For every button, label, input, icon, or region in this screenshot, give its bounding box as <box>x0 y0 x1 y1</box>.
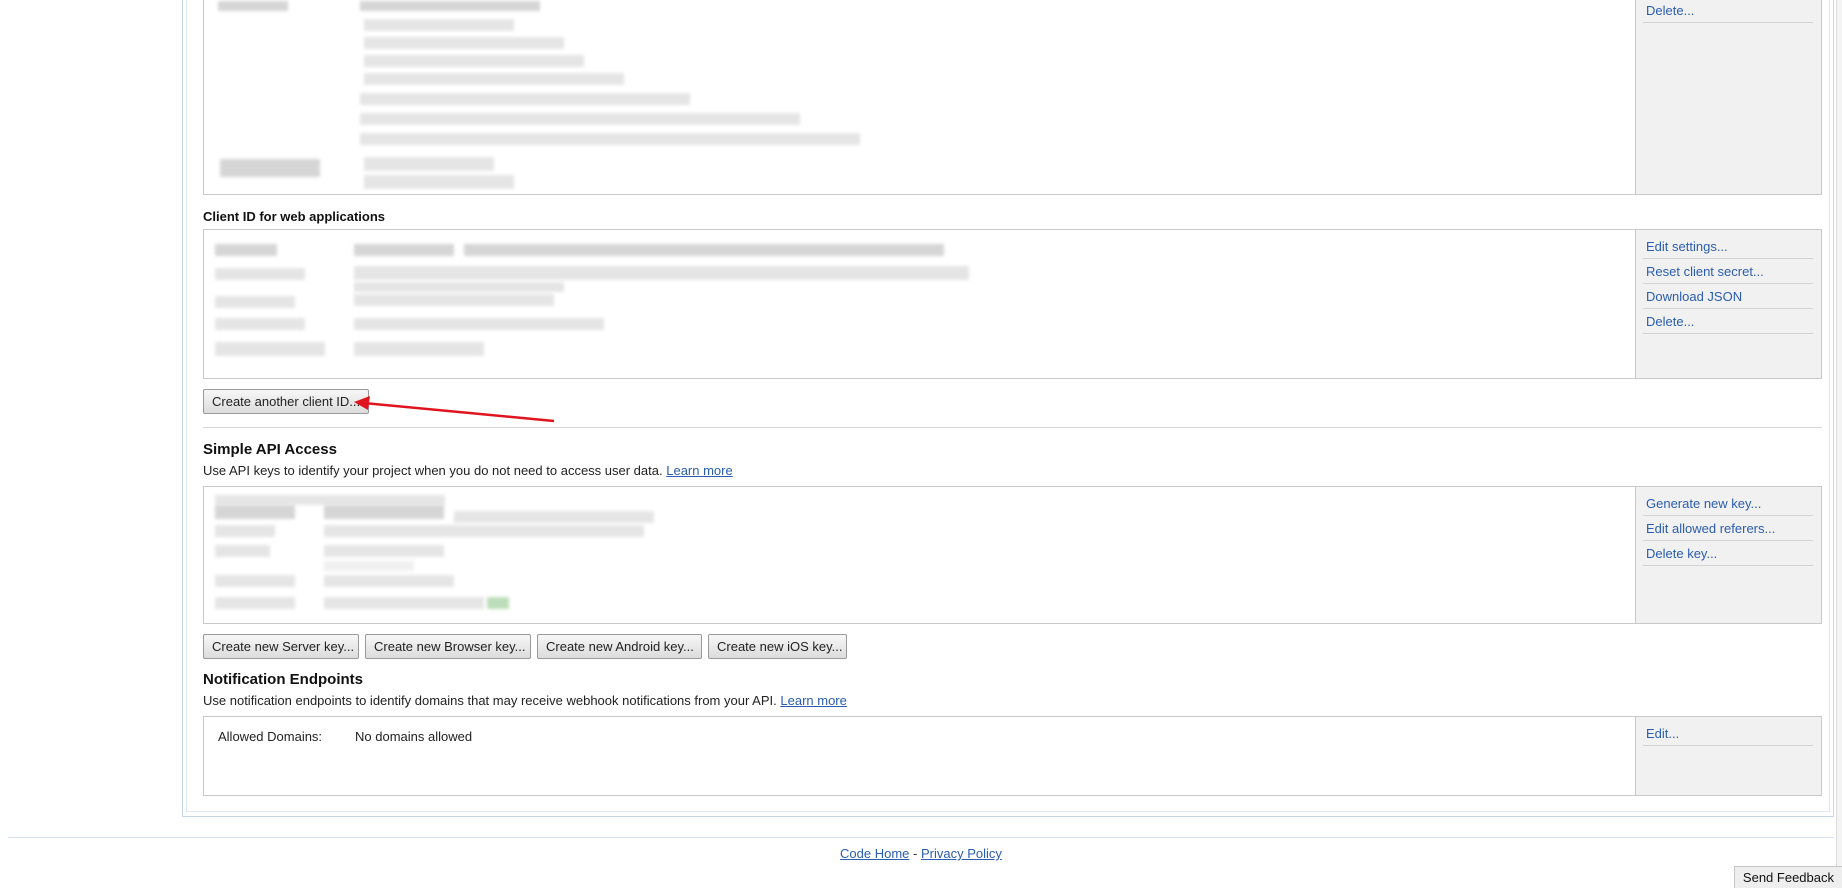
reset-client-secret-link[interactable]: Reset client secret... <box>1643 259 1813 284</box>
redacted-text <box>464 244 944 256</box>
notification-actions-panel: Edit... <box>1635 717 1821 795</box>
redacted-text <box>215 597 295 609</box>
redacted-text <box>364 73 624 85</box>
api-key-actions-panel: Generate new key... Edit allowed referer… <box>1635 487 1821 623</box>
simple-api-title: Simple API Access <box>203 441 337 458</box>
notification-description: Use notification endpoints to identify d… <box>203 693 847 708</box>
installed-client-box: Delete... <box>203 0 1822 195</box>
notification-box: Allowed Domains: No domains allowed Edit… <box>203 716 1822 796</box>
redacted-text <box>215 244 277 256</box>
redacted-text <box>354 342 484 356</box>
footer-separator: - <box>913 846 918 861</box>
generate-new-key-link[interactable]: Generate new key... <box>1643 491 1813 516</box>
annotation-arrow <box>354 396 555 423</box>
redacted-text <box>364 55 584 67</box>
api-key-box: Generate new key... Edit allowed referer… <box>203 486 1822 624</box>
redacted-text <box>487 597 509 609</box>
edit-settings-link[interactable]: Edit settings... <box>1643 234 1813 259</box>
redacted-text <box>364 175 514 189</box>
redacted-text <box>215 268 305 280</box>
redacted-text <box>215 296 295 308</box>
create-android-key-button[interactable]: Create new Android key... <box>537 634 702 659</box>
redacted-text <box>324 545 444 557</box>
redacted-text <box>364 157 494 171</box>
delete-client-link[interactable]: Delete... <box>1643 309 1813 334</box>
simple-api-description-text: Use API keys to identify your project wh… <box>203 463 663 478</box>
simple-api-description: Use API keys to identify your project wh… <box>203 463 733 478</box>
create-another-client-id-button[interactable]: Create another client ID... <box>203 389 369 414</box>
redacted-text <box>215 575 295 587</box>
redacted-text <box>360 133 860 145</box>
notification-endpoints-title: Notification Endpoints <box>203 671 363 688</box>
redacted-text <box>364 37 564 49</box>
redacted-text <box>215 525 275 537</box>
simple-api-learn-more-link[interactable]: Learn more <box>666 463 732 478</box>
redacted-text <box>324 525 644 537</box>
allowed-domains-label: Allowed Domains: <box>218 729 323 744</box>
redacted-text <box>354 294 554 306</box>
privacy-policy-link[interactable]: Privacy Policy <box>921 846 1002 861</box>
redacted-text <box>354 244 454 256</box>
footer: Code Home - Privacy Policy <box>0 846 1842 861</box>
footer-divider <box>8 837 1834 838</box>
redacted-text <box>360 113 800 125</box>
edit-allowed-referers-link[interactable]: Edit allowed referers... <box>1643 516 1813 541</box>
create-server-key-button[interactable]: Create new Server key... <box>203 634 359 659</box>
redacted-text <box>215 342 325 356</box>
redacted-text <box>324 597 484 609</box>
redacted-text <box>324 561 414 571</box>
allowed-domains-value: No domains allowed <box>355 729 473 744</box>
delete-link[interactable]: Delete... <box>1643 3 1813 23</box>
web-client-label: Client ID for web applications <box>203 209 386 224</box>
download-json-link[interactable]: Download JSON <box>1643 284 1813 309</box>
redacted-text <box>215 495 445 505</box>
notification-description-text: Use notification endpoints to identify d… <box>203 693 777 708</box>
scrollbar[interactable] <box>1836 0 1842 888</box>
redacted-text <box>215 505 295 519</box>
web-client-actions-panel: Edit settings... Reset client secret... … <box>1635 230 1821 378</box>
web-client-box: Edit settings... Reset client secret... … <box>203 229 1822 379</box>
redacted-text <box>360 93 690 105</box>
section-divider <box>203 427 1822 428</box>
redacted-text <box>218 1 288 11</box>
redacted-text <box>215 545 270 557</box>
create-ios-key-button[interactable]: Create new iOS key... <box>708 634 847 659</box>
delete-key-link[interactable]: Delete key... <box>1643 541 1813 566</box>
arrow-shaft <box>363 401 555 423</box>
redacted-text <box>354 318 604 330</box>
redacted-text <box>454 511 654 523</box>
redacted-text <box>360 1 540 11</box>
create-browser-key-button[interactable]: Create new Browser key... <box>365 634 531 659</box>
redacted-text <box>354 282 564 292</box>
code-home-link[interactable]: Code Home <box>840 846 909 861</box>
redacted-text <box>215 318 305 330</box>
installed-actions-panel: Delete... <box>1635 0 1821 194</box>
redacted-text <box>354 266 969 280</box>
redacted-text <box>220 159 320 177</box>
redacted-text <box>324 575 454 587</box>
arrow-head <box>354 396 370 410</box>
redacted-text <box>324 505 444 519</box>
redacted-text <box>364 19 514 31</box>
edit-notification-link[interactable]: Edit... <box>1643 721 1813 746</box>
notification-learn-more-link[interactable]: Learn more <box>780 693 846 708</box>
send-feedback-button[interactable]: Send Feedback <box>1733 866 1842 888</box>
